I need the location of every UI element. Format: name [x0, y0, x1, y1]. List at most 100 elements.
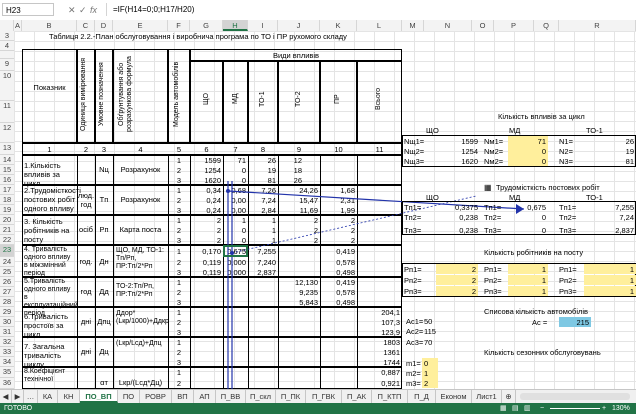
right-value[interactable]: 1: [584, 287, 634, 296]
spreadsheet-grid[interactable]: Таблиця 2.2.-План обслуговування і вироб…: [14, 31, 636, 389]
column-header[interactable]: P: [494, 20, 534, 31]
tab-ekonom[interactable]: Економ: [436, 390, 472, 403]
column-header[interactable]: G: [190, 20, 223, 31]
column-header[interactable]: N: [424, 20, 472, 31]
tab-p-ktp[interactable]: П_КТП: [372, 390, 408, 403]
tab-po[interactable]: ПО: [118, 390, 140, 403]
zoom-slider[interactable]: [550, 408, 600, 409]
row-header[interactable]: 21: [0, 225, 14, 235]
row-header[interactable]: 9: [0, 59, 14, 71]
column-header[interactable]: C: [77, 20, 95, 31]
tab-vp[interactable]: ВП: [172, 390, 194, 403]
tab-p-d[interactable]: П_Д: [408, 390, 436, 403]
ac-value[interactable]: 50: [424, 317, 432, 326]
tab-ka[interactable]: КА: [38, 390, 58, 403]
row-header[interactable]: 25: [0, 267, 14, 277]
zoom-level[interactable]: 130%: [612, 403, 630, 414]
row-header[interactable]: 11: [0, 101, 14, 123]
row-header[interactable]: 15: [0, 165, 14, 175]
column-header[interactable]: O: [472, 20, 494, 31]
zoom-out-icon[interactable]: −: [540, 403, 544, 414]
column-header[interactable]: Q: [534, 20, 559, 31]
column-header[interactable]: E: [113, 20, 168, 31]
horizontal-scrollbar[interactable]: [520, 393, 630, 400]
cancel-icon[interactable]: ✕: [68, 4, 76, 16]
selected-cell[interactable]: [223, 245, 248, 257]
row-header[interactable]: 17: [0, 185, 14, 195]
row-header[interactable]: 35: [0, 367, 14, 378]
column-header[interactable]: B: [22, 20, 77, 31]
more-tabs-icon[interactable]: …: [24, 390, 38, 403]
column-header[interactable]: M: [402, 20, 424, 31]
row-header[interactable]: 3: [0, 31, 14, 41]
function-icon[interactable]: fx: [90, 4, 97, 16]
row-header[interactable]: 20: [0, 215, 14, 225]
column-header[interactable]: L: [357, 20, 402, 31]
m-value[interactable]: 0: [424, 359, 428, 368]
row-header[interactable]: 26: [0, 277, 14, 287]
row-header[interactable]: 24: [0, 257, 14, 267]
column-header[interactable]: J: [278, 20, 320, 31]
ac-value[interactable]: 70: [424, 338, 432, 347]
tab-scroll-right-icon[interactable]: ▶: [12, 390, 24, 403]
row-header[interactable]: 29: [0, 307, 14, 317]
column-header-selected[interactable]: H: [223, 20, 248, 31]
right-value[interactable]: 0: [508, 157, 546, 166]
row-header[interactable]: 16: [0, 175, 14, 185]
row-header[interactable]: 19: [0, 205, 14, 215]
view-normal-icon[interactable]: ▦: [500, 403, 507, 414]
row-header[interactable]: 14: [0, 155, 14, 165]
column-header[interactable]: D: [95, 20, 113, 31]
tab-p-ak[interactable]: П_АК: [342, 390, 372, 403]
zoom-in-icon[interactable]: +: [602, 403, 606, 414]
column-header[interactable]: I: [248, 20, 278, 31]
enter-icon[interactable]: ✓: [79, 4, 87, 16]
tab-kn[interactable]: КН: [58, 390, 80, 403]
name-box[interactable]: H23: [2, 3, 54, 16]
right-value[interactable]: 71: [508, 137, 546, 146]
column-header[interactable]: K: [320, 20, 357, 31]
add-sheet-icon[interactable]: ⊕: [502, 390, 516, 403]
column-header[interactable]: A: [14, 20, 22, 31]
right-value[interactable]: 1: [584, 265, 634, 274]
ac-value[interactable]: 115: [424, 327, 436, 336]
row-header[interactable]: 33: [0, 347, 14, 357]
row-header-selected[interactable]: 23: [0, 245, 14, 257]
row-header[interactable]: 34: [0, 357, 14, 367]
tab-p-skl[interactable]: П_скл: [246, 390, 276, 403]
column-header[interactable]: F: [168, 20, 190, 31]
right-value[interactable]: 0: [508, 147, 546, 156]
right-value[interactable]: 1: [508, 287, 546, 296]
row-header[interactable]: 4: [0, 41, 14, 51]
m-value[interactable]: 1: [424, 369, 428, 378]
tab-p-vv[interactable]: П_ВВ: [216, 390, 246, 403]
row-header[interactable]: 12: [0, 123, 14, 143]
tab-po-vp[interactable]: ПО_ВП: [80, 390, 118, 403]
tab-scroll-left-icon[interactable]: ◀: [0, 390, 12, 403]
column-header[interactable]: R: [559, 20, 636, 31]
right-value[interactable]: 1: [584, 276, 634, 285]
tab-ap[interactable]: АП: [194, 390, 216, 403]
row-header[interactable]: 22: [0, 235, 14, 245]
row-header[interactable]: [0, 51, 14, 59]
row-header[interactable]: 32: [0, 337, 14, 347]
row-header[interactable]: 31: [0, 327, 14, 337]
formula-input[interactable]: =IF(H14=0;0;H17/H20): [106, 3, 634, 16]
m-value[interactable]: 2: [424, 379, 428, 388]
right-value[interactable]: 1: [508, 265, 546, 274]
right-value[interactable]: 2: [436, 287, 476, 296]
tab-p-pk[interactable]: П_ПК: [276, 390, 306, 403]
select-all-corner[interactable]: [0, 20, 14, 31]
ac-total-value[interactable]: 215: [559, 318, 589, 327]
tab-p-gvk[interactable]: П_ГВК: [306, 390, 342, 403]
tab-rovr[interactable]: РОВР: [140, 390, 172, 403]
row-header[interactable]: 30: [0, 317, 14, 327]
row-header[interactable]: 27: [0, 287, 14, 297]
tab-lyst1[interactable]: Лист1: [472, 390, 502, 403]
row-header[interactable]: 13: [0, 143, 14, 155]
row-header[interactable]: 36: [0, 378, 14, 389]
row-header[interactable]: 10: [0, 71, 14, 101]
row-header[interactable]: 28: [0, 297, 14, 307]
right-value[interactable]: 1: [508, 276, 546, 285]
right-value[interactable]: 2: [436, 265, 476, 274]
